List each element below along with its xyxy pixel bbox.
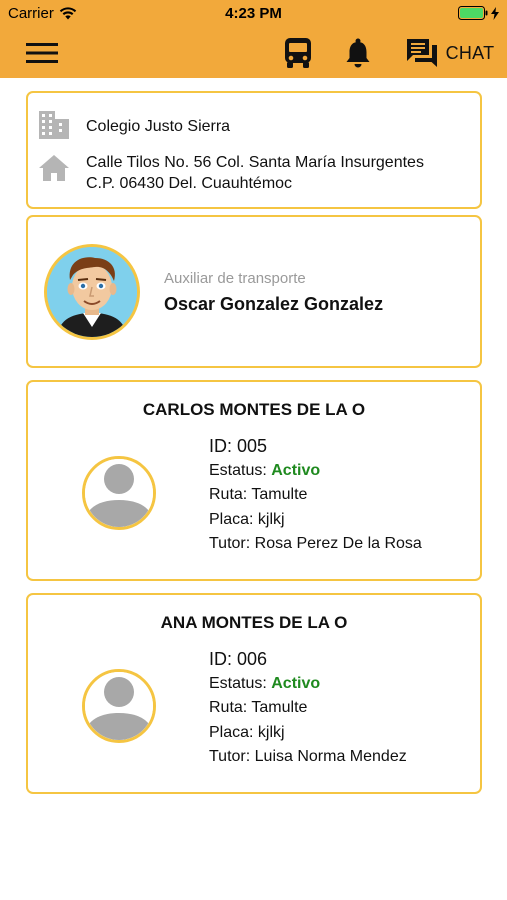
student-id: 006: [237, 649, 268, 669]
student-route-label: Ruta:: [209, 486, 252, 503]
student-route-row: Ruta: Tamulte: [209, 696, 407, 721]
student-tutor-label: Tutor:: [209, 535, 255, 552]
student-id: 005: [237, 436, 268, 456]
assistant-card: Auxiliar de transporte Oscar Gonzalez Go…: [26, 215, 482, 368]
student-status-label: Estatus:: [209, 674, 272, 692]
student-avatar: [82, 669, 156, 743]
assistant-avatar: [44, 244, 140, 340]
student-route: Tamulte: [251, 699, 308, 716]
student-tutor-row: Tutor: Rosa Perez De la Rosa: [209, 532, 422, 557]
building-icon: [39, 111, 69, 139]
student-status: Activo: [271, 674, 321, 692]
cartoon-man-avatar-icon: [47, 247, 137, 337]
user-placeholder-icon: [85, 672, 153, 740]
bus-button[interactable]: [276, 28, 320, 78]
student-status: Activo: [271, 461, 321, 479]
student-status-row: Estatus: Activo: [209, 459, 422, 484]
student-avatar: [82, 456, 156, 530]
assistant-name: Oscar Gonzalez Gonzalez: [164, 294, 384, 314]
chat-label: CHAT: [445, 42, 495, 63]
assistant-role: Auxiliar de transporte: [164, 270, 306, 287]
student-route: Tamulte: [251, 486, 308, 503]
student-plate-row: Placa: kjlkj: [209, 508, 422, 533]
student-status-label: Estatus:: [209, 461, 272, 479]
app-toolbar: CHAT: [0, 28, 507, 78]
student-card[interactable]: CARLOS MONTES DE LA O ID: 005 Estatus: A…: [26, 380, 482, 581]
user-placeholder-icon: [85, 459, 153, 527]
student-name: ANA MONTES DE LA O: [160, 613, 348, 632]
notifications-button[interactable]: [336, 28, 380, 78]
hamburger-icon: [26, 43, 58, 63]
student-id-row: ID: 006: [209, 647, 407, 672]
student-plate-label: Placa:: [209, 723, 258, 741]
student-plate: kjlkj: [257, 510, 285, 528]
student-id-label: ID:: [209, 649, 238, 669]
address-line-2: C.P. 06430 Del. Cuauhtémoc: [86, 175, 293, 192]
bus-icon: [285, 38, 311, 68]
student-info: ID: 005 Estatus: Activo Ruta: Tamulte Pl…: [209, 434, 422, 557]
menu-button[interactable]: [18, 28, 66, 78]
student-card[interactable]: ANA MONTES DE LA O ID: 006 Estatus: Acti…: [26, 593, 482, 794]
student-route-label: Ruta:: [209, 699, 252, 716]
bell-icon: [346, 38, 370, 68]
chat-icon: [406, 39, 437, 67]
student-tutor-label: Tutor:: [209, 748, 255, 765]
battery-icon: [458, 6, 488, 20]
status-bar: Carrier 4:23 PM: [0, 0, 507, 28]
student-plate-row: Placa: kjlkj: [209, 721, 407, 746]
student-tutor-row: Tutor: Luisa Norma Mendez: [209, 745, 407, 770]
battery-indicator: [458, 6, 499, 20]
chat-button[interactable]: CHAT: [404, 28, 496, 78]
student-name: CARLOS MONTES DE LA O: [142, 400, 366, 419]
student-route-row: Ruta: Tamulte: [209, 483, 422, 508]
clock: 4:23 PM: [225, 5, 282, 22]
student-tutor: Luisa Norma Mendez: [254, 748, 407, 765]
student-id-label: ID:: [209, 436, 238, 456]
address-line-1: Calle Tilos No. 56 Col. Santa María Insu…: [86, 154, 424, 171]
student-status-row: Estatus: Activo: [209, 672, 407, 697]
school-address: Calle Tilos No. 56 Col. Santa María Insu…: [86, 152, 424, 194]
student-plate: kjlkj: [257, 723, 285, 741]
student-plate-label: Placa:: [209, 510, 258, 528]
student-info: ID: 006 Estatus: Activo Ruta: Tamulte Pl…: [209, 647, 407, 770]
school-card: Colegio Justo Sierra Calle Tilos No. 56 …: [26, 91, 482, 209]
charging-bolt-icon: [491, 6, 499, 20]
home-icon: [39, 155, 69, 181]
school-name: Colegio Justo Sierra: [86, 118, 231, 135]
student-id-row: ID: 005: [209, 434, 422, 459]
student-tutor: Rosa Perez De la Rosa: [254, 535, 422, 552]
